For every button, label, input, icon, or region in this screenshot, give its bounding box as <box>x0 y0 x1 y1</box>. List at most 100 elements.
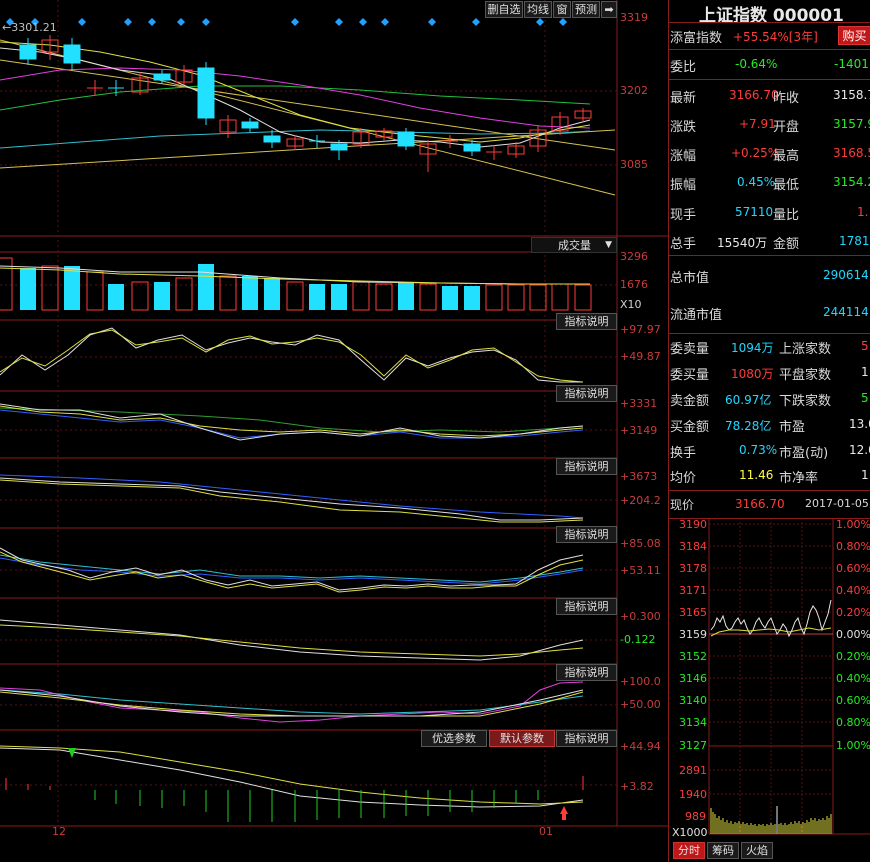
volume-dropdown[interactable]: 成交量 ▼ <box>531 237 617 253</box>
buy-arrow-icon <box>560 806 568 820</box>
indicator-axis-label: +49.87 <box>620 350 661 363</box>
float-cap-value: 244114 <box>823 305 869 319</box>
collapse-arrow-icon[interactable]: ➡ <box>601 1 617 18</box>
intraday-pct-label: 0.40% <box>836 584 870 597</box>
intraday-price-label: 3152 <box>679 650 707 663</box>
indicator-axis-label: +97.97 <box>620 323 661 336</box>
date-axis-label: 12 <box>52 825 66 838</box>
indicator-axis-label: +204.2 <box>620 494 661 507</box>
indicator-axis-label: +85.08 <box>620 537 661 550</box>
intraday-price-label: 3171 <box>679 584 707 597</box>
chevron-down-icon: ▼ <box>605 240 612 250</box>
order-label: 市盈 <box>779 420 806 435</box>
order-label: 市盈(动) <box>779 446 829 461</box>
intraday-pct-label: 0.20% <box>836 606 870 619</box>
quote-value: 3168.5 <box>833 146 870 160</box>
indicator-explain-button[interactable]: 指标说明 <box>556 458 617 475</box>
window-button[interactable]: 窗 <box>553 1 571 18</box>
volume-axis-label: X10 <box>620 298 642 311</box>
high-marker-arrow: ← <box>2 21 12 34</box>
quote-value: 57110 <box>735 205 774 219</box>
intraday-pct-label: 1.00% <box>836 518 870 531</box>
intraday-price-label: 3146 <box>679 672 707 685</box>
quote-value: 3166.70 <box>729 88 779 102</box>
indicator-axis-label: -0.122 <box>620 633 656 646</box>
volume-axis-label: 1676 <box>620 278 648 291</box>
quote-label: 昨收 <box>773 91 800 106</box>
default-params-button[interactable]: 默认参数 <box>489 730 555 747</box>
quote-label: 最新 <box>670 91 697 106</box>
order-value: 1 <box>861 365 869 379</box>
quote-value: +7.91 <box>739 117 776 131</box>
quote-label: 振幅 <box>670 178 697 193</box>
ratio-value: -0.64% <box>735 57 778 71</box>
chart-area[interactable]: 删自选 均线 窗 预测 ➡ ←3301.21 3319 3202 3085 成交… <box>0 0 668 862</box>
price-axis-label: 3085 <box>620 158 648 171</box>
tab-chips[interactable]: 筹码 <box>707 842 739 859</box>
indicator-explain-button[interactable]: 指标说明 <box>556 598 617 615</box>
intraday-price-label: 3134 <box>679 716 707 729</box>
indicator-axis-label: +3331 <box>620 397 658 410</box>
indicator-explain-button[interactable]: 指标说明 <box>556 730 617 747</box>
indicator-axis-label: +100.0 <box>620 675 661 688</box>
float-cap-label: 流通市值 <box>670 308 723 323</box>
quote-value: 1781 <box>839 234 870 248</box>
quote-label: 最低 <box>773 178 800 193</box>
order-value: 60.97亿 <box>725 393 772 407</box>
candlesticks <box>19 35 592 172</box>
quote-panel: 上证指数 000001 添富指数 +55.54%[3年] 购买 委比 -0.64… <box>668 0 870 862</box>
volume-dropdown-label: 成交量 <box>558 239 591 252</box>
tab-flame[interactable]: 火焰 <box>741 842 773 859</box>
high-marker: ←3301.21 <box>2 21 57 34</box>
optimize-params-button[interactable]: 优选参数 <box>421 730 487 747</box>
intraday-pct-label: 0.60% <box>836 694 870 707</box>
quote-label: 总手 <box>670 237 697 252</box>
ratio-diff: -1401 <box>834 57 869 71</box>
edit-watchlist-button[interactable]: 删自选 <box>485 1 523 18</box>
indicator-axis-label: +44.94 <box>620 740 661 753</box>
quote-value: 3157.9 <box>833 117 870 131</box>
order-value: 5 <box>861 391 869 405</box>
quote-label: 涨跌 <box>670 120 697 135</box>
indicator-explain-button[interactable]: 指标说明 <box>556 313 617 330</box>
intraday-pct-label: 0.60% <box>836 562 870 575</box>
order-value: 1094万 <box>731 341 774 355</box>
intraday-pct-label: 0.40% <box>836 672 870 685</box>
order-label: 买金额 <box>670 420 710 435</box>
indicator-explain-button[interactable]: 指标说明 <box>556 526 617 543</box>
volume-axis-label: 3296 <box>620 250 648 263</box>
intraday-price-label: 3127 <box>679 739 707 752</box>
buy-button[interactable]: 购买 <box>838 26 870 45</box>
intraday-vol-label: 1940 <box>679 788 707 801</box>
indicator-axis-label: +50.00 <box>620 698 661 711</box>
indicator-explain-button[interactable]: 指标说明 <box>556 664 617 681</box>
quote-label: 金额 <box>773 237 800 252</box>
intraday-pct-label: 0.80% <box>836 716 870 729</box>
ma-line-button[interactable]: 均线 <box>524 1 552 18</box>
quote-value: +0.25% <box>731 146 780 160</box>
order-value: 13.0 <box>849 417 870 431</box>
tab-intraday[interactable]: 分时 <box>673 842 705 859</box>
total-cap-label: 总市值 <box>670 271 710 286</box>
order-label: 平盘家数 <box>779 368 832 383</box>
intraday-pct-label: 0.00% <box>836 628 870 641</box>
intraday-pct-label: 0.80% <box>836 540 870 553</box>
order-value: 5 <box>861 339 869 353</box>
order-value: 12.0 <box>849 443 870 457</box>
forecast-button[interactable]: 预测 <box>572 1 600 18</box>
quote-label: 最高 <box>773 149 800 164</box>
intraday-vol-label: X1000 <box>672 826 708 839</box>
quote-value: 15540万 <box>717 236 768 250</box>
intraday-price-label: 3165 <box>679 606 707 619</box>
quote-date: 2017-01-05, <box>805 497 870 510</box>
indicator-axis-label: +3673 <box>620 470 658 483</box>
order-label: 委卖量 <box>670 342 710 357</box>
order-value: 11.46 <box>739 468 774 482</box>
order-label: 上涨家数 <box>779 342 832 357</box>
order-label: 换手 <box>670 446 697 461</box>
order-label: 下跌家数 <box>779 394 832 409</box>
date-axis-label: 01 <box>539 825 553 838</box>
indicator-explain-button[interactable]: 指标说明 <box>556 385 617 402</box>
price-axis-label: 3202 <box>620 84 648 97</box>
high-marker-value: 3301.21 <box>11 21 57 34</box>
